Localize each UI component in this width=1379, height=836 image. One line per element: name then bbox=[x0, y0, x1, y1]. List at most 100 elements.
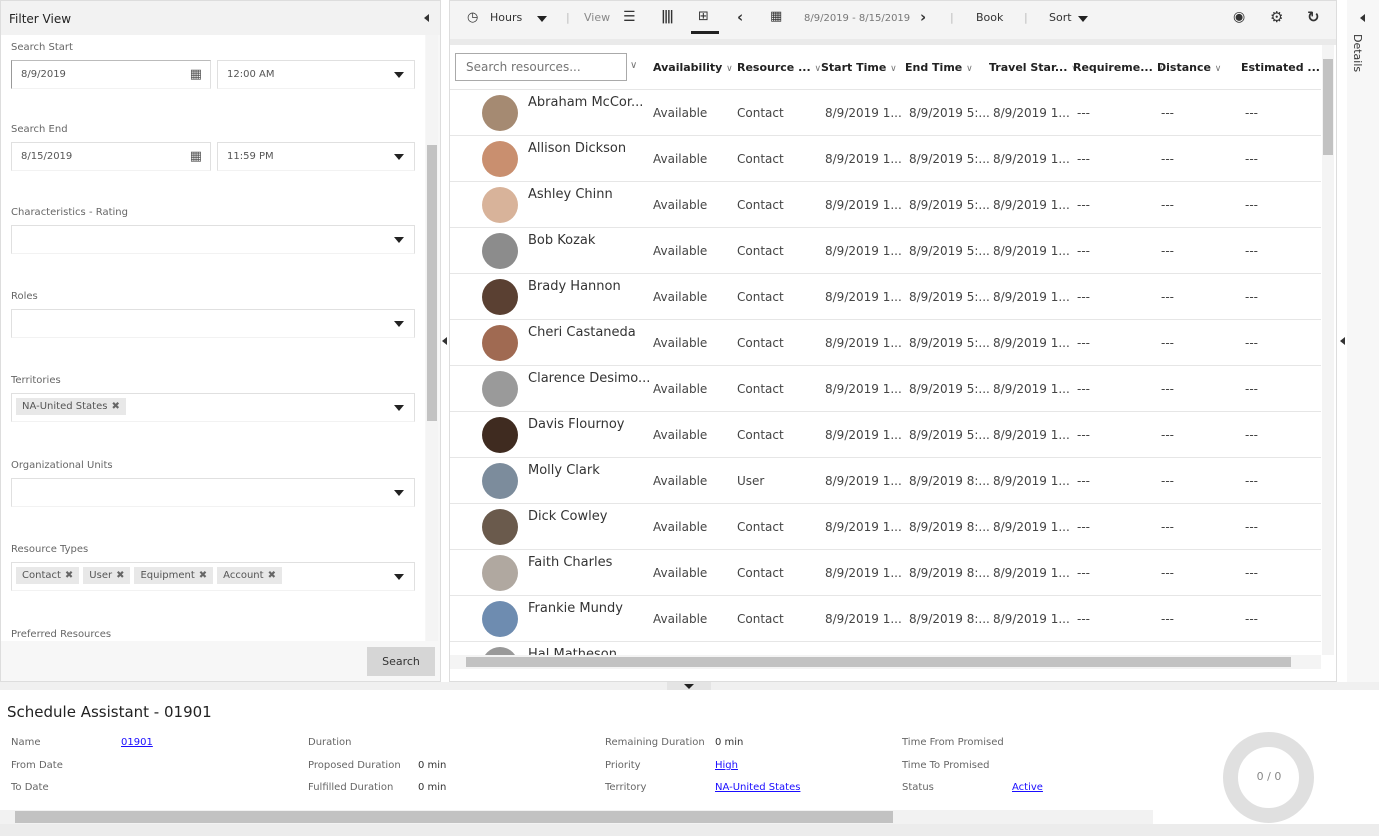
table-row[interactable]: Faith Charles Available Contact 8/9/2019 1.… bbox=[450, 550, 1321, 596]
calendar-icon[interactable]: ▦ bbox=[770, 9, 782, 24]
table-row[interactable]: Clarence Desimo... Available Contact 8/9/20… bbox=[450, 366, 1321, 412]
book-button[interactable]: Book bbox=[976, 11, 1003, 24]
eye-icon[interactable]: ◉ bbox=[1233, 9, 1245, 25]
avatar bbox=[482, 233, 518, 269]
refresh-icon[interactable]: ↻ bbox=[1307, 8, 1320, 26]
org-units-select[interactable] bbox=[11, 478, 415, 507]
cell: --- bbox=[1077, 382, 1090, 396]
chevron-down-icon[interactable]: ∨ bbox=[890, 64, 897, 74]
column-header[interactable]: Resource ... ∨ bbox=[737, 61, 821, 74]
list-view-icon[interactable]: ☰ bbox=[623, 9, 636, 25]
collapse-left-icon[interactable] bbox=[442, 337, 447, 345]
resource-name[interactable]: Dick Cowley bbox=[528, 509, 607, 524]
grid-vertical-scrollbar[interactable] bbox=[1322, 45, 1334, 655]
column-header[interactable]: Estimated ... ∨ bbox=[1241, 61, 1330, 74]
table-row[interactable]: Allison Dickson Available Contact 8/9/2019 … bbox=[450, 136, 1321, 182]
remove-icon[interactable]: ✖ bbox=[65, 570, 73, 581]
table-row[interactable]: Cheri Castaneda Available Contact 8/9/2019 … bbox=[450, 320, 1321, 366]
resource-name[interactable]: Clarence Desimo... bbox=[528, 371, 650, 386]
resource-name[interactable]: Bob Kozak bbox=[528, 233, 595, 248]
collapse-bottom-icon[interactable] bbox=[667, 682, 711, 690]
column-header[interactable]: End Time ∨ bbox=[905, 61, 973, 74]
collapse-filter-icon[interactable] bbox=[424, 14, 429, 22]
grid-view-icon[interactable]: ⊞ bbox=[698, 9, 709, 24]
field-link[interactable]: Active bbox=[1012, 782, 1043, 793]
field-label: Proposed Duration bbox=[308, 760, 401, 771]
table-row[interactable]: Molly Clark Available User 8/9/2019 1... 8/9… bbox=[450, 458, 1321, 504]
hours-dropdown[interactable]: Hours bbox=[490, 11, 522, 24]
table-row[interactable]: Bob Kozak Available Contact 8/9/2019 1... 8/… bbox=[450, 228, 1321, 274]
cell: --- bbox=[1161, 198, 1174, 212]
territories-select[interactable]: NA-United States ✖ bbox=[11, 393, 415, 422]
column-header[interactable]: Availability ∨ bbox=[653, 61, 733, 74]
next-icon[interactable]: › bbox=[920, 8, 926, 26]
resource-types-select[interactable]: Contact ✖ User ✖ Equipment ✖ Account ✖ bbox=[11, 562, 415, 591]
chevron-down-icon[interactable]: ∨ bbox=[630, 60, 637, 71]
search-button[interactable]: Search bbox=[367, 647, 435, 676]
cell: --- bbox=[1161, 474, 1174, 488]
column-header[interactable]: Travel Star... ∨ bbox=[989, 61, 1078, 74]
resource-name[interactable]: Frankie Mundy bbox=[528, 601, 623, 616]
divider: | bbox=[950, 11, 954, 24]
grid-horizontal-scrollbar[interactable] bbox=[450, 655, 1321, 669]
resource-name[interactable]: Abraham McCor... bbox=[528, 95, 643, 110]
filter-scrollbar[interactable] bbox=[426, 35, 438, 641]
table-row[interactable]: Frankie Mundy Available Contact 8/9/2019 1.… bbox=[450, 596, 1321, 642]
clock-icon: ◷ bbox=[467, 10, 479, 25]
chevron-down-icon[interactable]: ∨ bbox=[1215, 64, 1222, 74]
remove-icon[interactable]: ✖ bbox=[111, 401, 119, 412]
cell: 8/9/2019 1... bbox=[993, 520, 1070, 534]
column-header[interactable]: Requireme... ∨ bbox=[1073, 61, 1163, 74]
cell: 8/9/2019 5:... bbox=[909, 382, 990, 396]
field-label: Name bbox=[11, 737, 41, 748]
search-start-date[interactable]: 8/9/2019 ▦ bbox=[11, 60, 211, 89]
avatar bbox=[482, 141, 518, 177]
resource-name[interactable]: Davis Flournoy bbox=[528, 417, 624, 432]
gear-icon[interactable]: ⚙ bbox=[1270, 8, 1283, 26]
vertical-view-icon[interactable]: |||| bbox=[661, 9, 674, 24]
remove-icon[interactable]: ✖ bbox=[116, 570, 124, 581]
resource-name[interactable]: Allison Dickson bbox=[528, 141, 626, 156]
remove-icon[interactable]: ✖ bbox=[199, 570, 207, 581]
table-row[interactable]: Davis Flournoy Available Contact 8/9/2019 1… bbox=[450, 412, 1321, 458]
table-row[interactable]: Brady Hannon Available Contact 8/9/2019 1..… bbox=[450, 274, 1321, 320]
collapse-right-icon[interactable] bbox=[1340, 337, 1345, 345]
search-end-time[interactable]: 11:59 PM bbox=[217, 142, 415, 171]
chevron-down-icon[interactable]: ∨ bbox=[726, 64, 733, 74]
resource-name[interactable]: Molly Clark bbox=[528, 463, 600, 478]
calendar-icon[interactable]: ▦ bbox=[190, 67, 202, 82]
cell: 8/9/2019 8:... bbox=[909, 474, 990, 488]
chevron-down-icon[interactable] bbox=[537, 16, 547, 22]
resource-name[interactable]: Cheri Castaneda bbox=[528, 325, 636, 340]
column-header[interactable]: Distance ∨ bbox=[1157, 61, 1221, 74]
cell: 8/9/2019 8:... bbox=[909, 520, 990, 534]
expand-details-icon[interactable] bbox=[1360, 14, 1365, 22]
search-end-date[interactable]: 8/15/2019 ▦ bbox=[11, 142, 211, 171]
remove-icon[interactable]: ✖ bbox=[268, 570, 276, 581]
cell: --- bbox=[1077, 474, 1090, 488]
search-resources-input[interactable] bbox=[455, 53, 627, 81]
search-start-time[interactable]: 12:00 AM bbox=[217, 60, 415, 89]
resource-name[interactable]: Brady Hannon bbox=[528, 279, 621, 294]
resource-type-tag: Account ✖ bbox=[217, 567, 282, 584]
field-link[interactable]: 01901 bbox=[121, 737, 153, 748]
chevron-down-icon[interactable]: ∨ bbox=[966, 64, 973, 74]
calendar-icon[interactable]: ▦ bbox=[190, 149, 202, 164]
roles-select[interactable] bbox=[11, 309, 415, 338]
summary-horizontal-scrollbar[interactable] bbox=[0, 810, 1153, 824]
table-row[interactable]: Abraham McCor... Available Contact 8/9/2019… bbox=[450, 90, 1321, 136]
rating-select[interactable] bbox=[11, 225, 415, 254]
details-pane[interactable]: Details bbox=[1347, 0, 1379, 682]
field-link[interactable]: NA-United States bbox=[715, 782, 800, 793]
resource-name[interactable]: Faith Charles bbox=[528, 555, 612, 570]
table-row[interactable]: Dick Cowley Available Contact 8/9/2019 1...… bbox=[450, 504, 1321, 550]
table-row[interactable]: Ashley Chinn Available Contact 8/9/2019 1..… bbox=[450, 182, 1321, 228]
resource-name[interactable]: Ashley Chinn bbox=[528, 187, 613, 202]
sort-button[interactable]: Sort bbox=[1049, 11, 1072, 24]
chevron-down-icon[interactable] bbox=[1078, 16, 1088, 22]
cell: 8/9/2019 1... bbox=[993, 290, 1070, 304]
field-link[interactable]: High bbox=[715, 760, 738, 771]
column-header[interactable]: Start Time ∨ bbox=[821, 61, 897, 74]
cell: --- bbox=[1245, 336, 1258, 350]
previous-icon[interactable]: ‹ bbox=[737, 8, 743, 26]
